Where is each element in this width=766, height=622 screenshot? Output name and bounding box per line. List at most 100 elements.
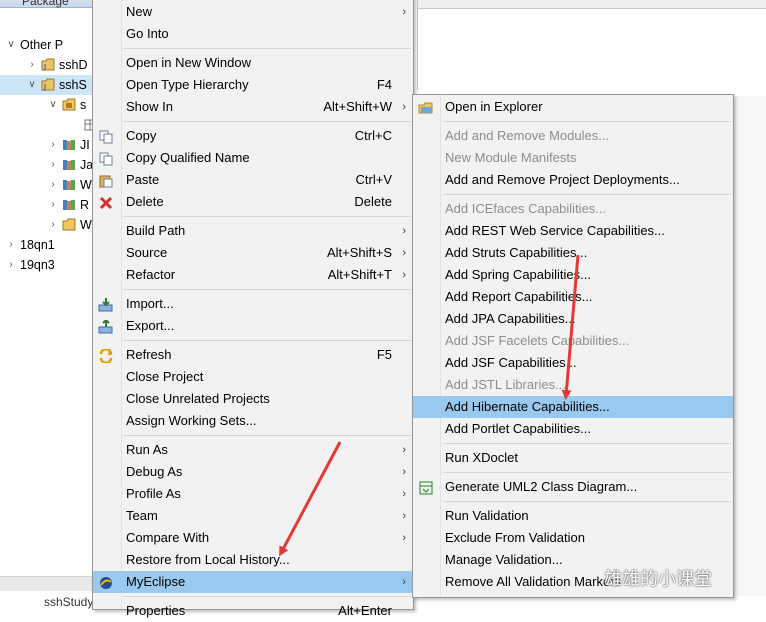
expand-chevron-icon[interactable]: › <box>48 135 58 155</box>
tree-item[interactable]: ∨ JsshS <box>0 75 94 95</box>
collapse-chevron-icon[interactable]: ∨ <box>48 95 58 115</box>
context-menu-item-copy-qualified-name[interactable]: Copy Qualified Name <box>93 147 413 169</box>
tree-item[interactable]: ∨ Other P <box>0 35 94 55</box>
explorer-bottom-text: sshStudy <box>44 595 94 609</box>
tree-item[interactable]: › W <box>0 175 94 195</box>
context-menu-item-refresh[interactable]: Refresh F5 <box>93 344 413 366</box>
menu-item-shortcut: Ctrl+C <box>354 128 392 143</box>
submenu-arrow-icon: › <box>402 101 406 113</box>
expand-chevron-icon[interactable]: › <box>6 255 16 275</box>
myeclipse-submenu-item-open-in-explorer[interactable]: Open in Explorer <box>413 96 733 118</box>
tree-item[interactable]: › JsshD <box>0 55 94 75</box>
menu-item-shortcut: Ctrl+V <box>355 172 392 187</box>
myeclipse-submenu-item-exclude-from-validation[interactable]: Exclude From Validation <box>413 527 733 549</box>
context-menu-item-restore-from-local-history[interactable]: Restore from Local History... <box>93 549 413 571</box>
context-menu-item-run-as[interactable]: Run As › <box>93 439 413 461</box>
menu-item-label: Add REST Web Service Capabilities... <box>445 223 665 238</box>
tree-item[interactable]: › W <box>0 215 94 235</box>
myeclipse-submenu-item-add-jsf-facelets-capabilities: Add JSF Facelets Capabilities... <box>413 330 733 352</box>
context-menu-item-build-path[interactable]: Build Path › <box>93 220 413 242</box>
package-explorer-tab[interactable]: Package <box>0 0 94 8</box>
context-menu-item-delete[interactable]: Delete Delete <box>93 191 413 213</box>
tree-item[interactable]: ∨ s <box>0 95 94 115</box>
myeclipse-submenu-item-add-spring-capabilities[interactable]: Add Spring Capabilities... <box>413 264 733 286</box>
submenu-arrow-icon: › <box>402 576 406 588</box>
context-menu-item-debug-as[interactable]: Debug As › <box>93 461 413 483</box>
submenu-arrow-icon: › <box>402 488 406 500</box>
myeclipse-submenu-item-add-jpa-capabilities[interactable]: Add JPA Capabilities... <box>413 308 733 330</box>
collapse-chevron-icon[interactable]: ∨ <box>27 75 37 95</box>
menu-item-label: Add JPA Capabilities... <box>445 311 576 326</box>
menu-item-label: Close Project <box>126 369 204 384</box>
context-menu-item-import[interactable]: Import... <box>93 293 413 315</box>
tree-item[interactable]: › Ja <box>0 155 94 175</box>
expand-chevron-icon[interactable]: › <box>48 155 58 175</box>
myeclipse-submenu-item-add-and-remove-project-deployments[interactable]: Add and Remove Project Deployments... <box>413 169 733 191</box>
svg-text:J: J <box>43 63 46 71</box>
tree-item[interactable]: › 18qn1 <box>0 235 94 255</box>
context-menu-item-team[interactable]: Team › <box>93 505 413 527</box>
context-menu-item-source[interactable]: Source Alt+Shift+S › <box>93 242 413 264</box>
project-context-menu: New › Go Into Open in New Window Open Type H… <box>92 0 414 618</box>
explorer-horizontal-scrollbar[interactable] <box>0 576 94 591</box>
export-icon <box>98 318 114 334</box>
source-folder-icon <box>62 98 76 112</box>
menu-item-label: Open Type Hierarchy <box>126 77 249 92</box>
tree-item-label: W <box>80 178 92 192</box>
menu-item-label: Add JSF Facelets Capabilities... <box>445 333 630 348</box>
context-menu-item-export[interactable]: Export... <box>93 315 413 337</box>
myeclipse-submenu-item-generate-uml2-class-diagram[interactable]: Generate UML2 Class Diagram... <box>413 476 733 498</box>
open-explorer-icon <box>418 100 434 114</box>
editor-divider <box>417 0 418 90</box>
menu-item-label: Profile As <box>126 486 181 501</box>
context-menu-item-properties[interactable]: Properties Alt+Enter <box>93 600 413 622</box>
context-menu-item-show-in[interactable]: Show In Alt+Shift+W › <box>93 96 413 118</box>
context-menu-item-go-into[interactable]: Go Into <box>93 23 413 45</box>
menu-item-label: Import... <box>126 296 174 311</box>
context-menu-item-open-in-new-window[interactable]: Open in New Window <box>93 52 413 74</box>
menu-item-label: Debug As <box>126 464 183 479</box>
myeclipse-submenu-item-add-rest-web-service-capabilities[interactable]: Add REST Web Service Capabilities... <box>413 220 733 242</box>
context-menu-item-profile-as[interactable]: Profile As › <box>93 483 413 505</box>
myeclipse-submenu-item-add-portlet-capabilities[interactable]: Add Portlet Capabilities... <box>413 418 733 440</box>
menu-item-label: Generate UML2 Class Diagram... <box>445 479 638 494</box>
expand-chevron-icon[interactable]: › <box>48 175 58 195</box>
context-menu-item-close-project[interactable]: Close Project <box>93 366 413 388</box>
tree-item[interactable]: › JI <box>0 135 94 155</box>
tree-item[interactable]: › R <box>0 195 94 215</box>
expand-chevron-icon[interactable]: › <box>27 55 37 75</box>
myeclipse-submenu-item-run-xdoclet[interactable]: Run XDoclet <box>413 447 733 469</box>
menu-item-label: Build Path <box>126 223 186 238</box>
myeclipse-submenu-item-add-hibernate-capabilities[interactable]: Add Hibernate Capabilities... <box>413 396 733 418</box>
expand-chevron-icon[interactable]: › <box>48 215 58 235</box>
context-menu-item-paste[interactable]: Paste Ctrl+V <box>93 169 413 191</box>
myeclipse-submenu-item-run-validation[interactable]: Run Validation <box>413 505 733 527</box>
context-menu-item-compare-with[interactable]: Compare With › <box>93 527 413 549</box>
editor-area <box>734 96 766 596</box>
collapse-chevron-icon[interactable]: ∨ <box>6 35 16 55</box>
submenu-arrow-icon: › <box>402 247 406 259</box>
tree-item[interactable] <box>0 115 94 135</box>
myeclipse-submenu: Open in Explorer Add and Remove Modules..… <box>412 94 734 598</box>
context-menu-item-myeclipse[interactable]: MyEclipse › <box>93 571 413 593</box>
package-explorer: Package ∨ Other P › JsshD ∨ JsshS ∨ s › JI › Ja › W › R… <box>0 0 95 609</box>
menu-item-label: Delete <box>126 194 164 209</box>
context-menu-item-assign-working-sets[interactable]: Assign Working Sets... <box>93 410 413 432</box>
myeclipse-submenu-item-add-and-remove-modules: Add and Remove Modules... <box>413 125 733 147</box>
myeclipse-submenu-item-add-jstl-libraries: Add JSTL Libraries... <box>413 374 733 396</box>
menu-item-label: Export... <box>126 318 175 333</box>
expand-chevron-icon[interactable]: › <box>6 235 16 255</box>
context-menu-item-open-type-hierarchy[interactable]: Open Type Hierarchy F4 <box>93 74 413 96</box>
tree-item[interactable]: › 19qn3 <box>0 255 94 275</box>
menu-item-shortcut: Alt+Shift+T <box>327 267 392 282</box>
delete-icon <box>98 195 114 210</box>
myeclipse-submenu-item-add-jsf-capabilities[interactable]: Add JSF Capabilities... <box>413 352 733 374</box>
context-menu-item-new[interactable]: New › <box>93 1 413 23</box>
expand-chevron-icon[interactable]: › <box>48 195 58 215</box>
myeclipse-submenu-item-add-report-capabilities[interactable]: Add Report Capabilities... <box>413 286 733 308</box>
context-menu-item-copy[interactable]: Copy Ctrl+C <box>93 125 413 147</box>
myeclipse-submenu-item-add-struts-capabilities[interactable]: Add Struts Capabilities... <box>413 242 733 264</box>
context-menu-item-refactor[interactable]: Refactor Alt+Shift+T › <box>93 264 413 286</box>
menu-item-label: Add and Remove Modules... <box>445 128 610 143</box>
context-menu-item-close-unrelated-projects[interactable]: Close Unrelated Projects <box>93 388 413 410</box>
